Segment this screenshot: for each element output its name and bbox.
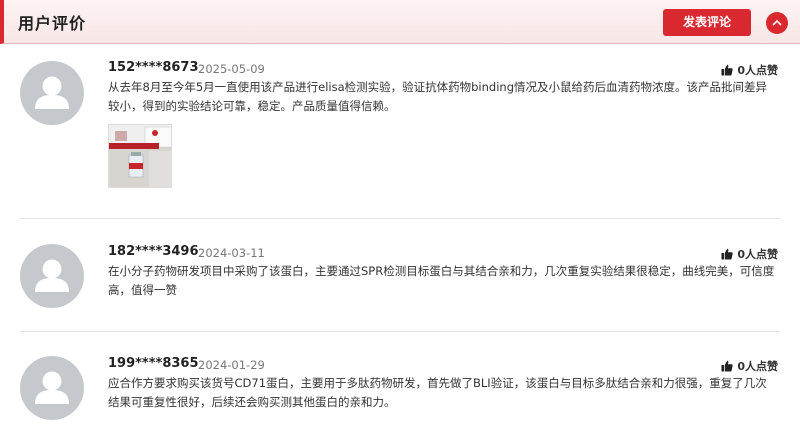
review-date: 2024-01-29: [198, 358, 265, 372]
chevron-up-icon: [772, 19, 782, 26]
review-image[interactable]: [108, 124, 172, 188]
like-count: 0人点赞: [737, 360, 778, 373]
collapse-button[interactable]: [766, 12, 788, 34]
section-title: 用户评价: [18, 14, 87, 33]
user-icon: [35, 259, 69, 292]
like-button[interactable]: 0人点赞: [721, 246, 778, 262]
like-button[interactable]: 0人点赞: [721, 62, 778, 78]
like-count: 0人点赞: [737, 248, 778, 261]
review-username: 152****8673: [108, 60, 199, 75]
avatar: [20, 244, 84, 308]
reviews-header: 用户评价 发表评论: [0, 0, 800, 44]
review-text: 从去年8月至今年5月一直使用该产品进行elisa检测实验，验证抗体药物bindi…: [108, 80, 767, 113]
thumbs-up-icon: [721, 248, 733, 260]
post-review-button[interactable]: 发表评论: [663, 9, 751, 36]
review-username: 182****3496: [108, 244, 199, 259]
review-item: 199****8365 2024-01-29 0人点赞 应合作方要求购买该货号C…: [20, 332, 780, 433]
avatar: [20, 356, 84, 420]
review-item: 182****3496 2024-03-11 0人点赞 在小分子药物研发项目中采…: [20, 219, 780, 332]
review-username: 199****8365: [108, 356, 199, 371]
product-photo-icon: [109, 125, 171, 187]
review-date: 2024-03-11: [198, 246, 265, 260]
thumbs-up-icon: [721, 64, 733, 76]
user-icon: [35, 76, 69, 109]
like-count: 0人点赞: [737, 64, 778, 77]
review-date: 2025-05-09: [198, 62, 265, 76]
thumbs-up-icon: [721, 360, 733, 372]
user-icon: [35, 371, 69, 404]
review-item: 152****8673 2025-05-09 0人点赞 从去年8月至今年5月一直…: [20, 54, 780, 219]
review-text: 在小分子药物研发项目中采购了该蛋白，主要通过SPR检测目标蛋白与其结合亲和力，几…: [108, 264, 775, 297]
avatar: [20, 61, 84, 125]
review-text: 应合作方要求购买该货号CD71蛋白，主要用于多肽药物研发，首先做了BLI验证，该…: [108, 376, 767, 409]
like-button[interactable]: 0人点赞: [721, 358, 778, 374]
